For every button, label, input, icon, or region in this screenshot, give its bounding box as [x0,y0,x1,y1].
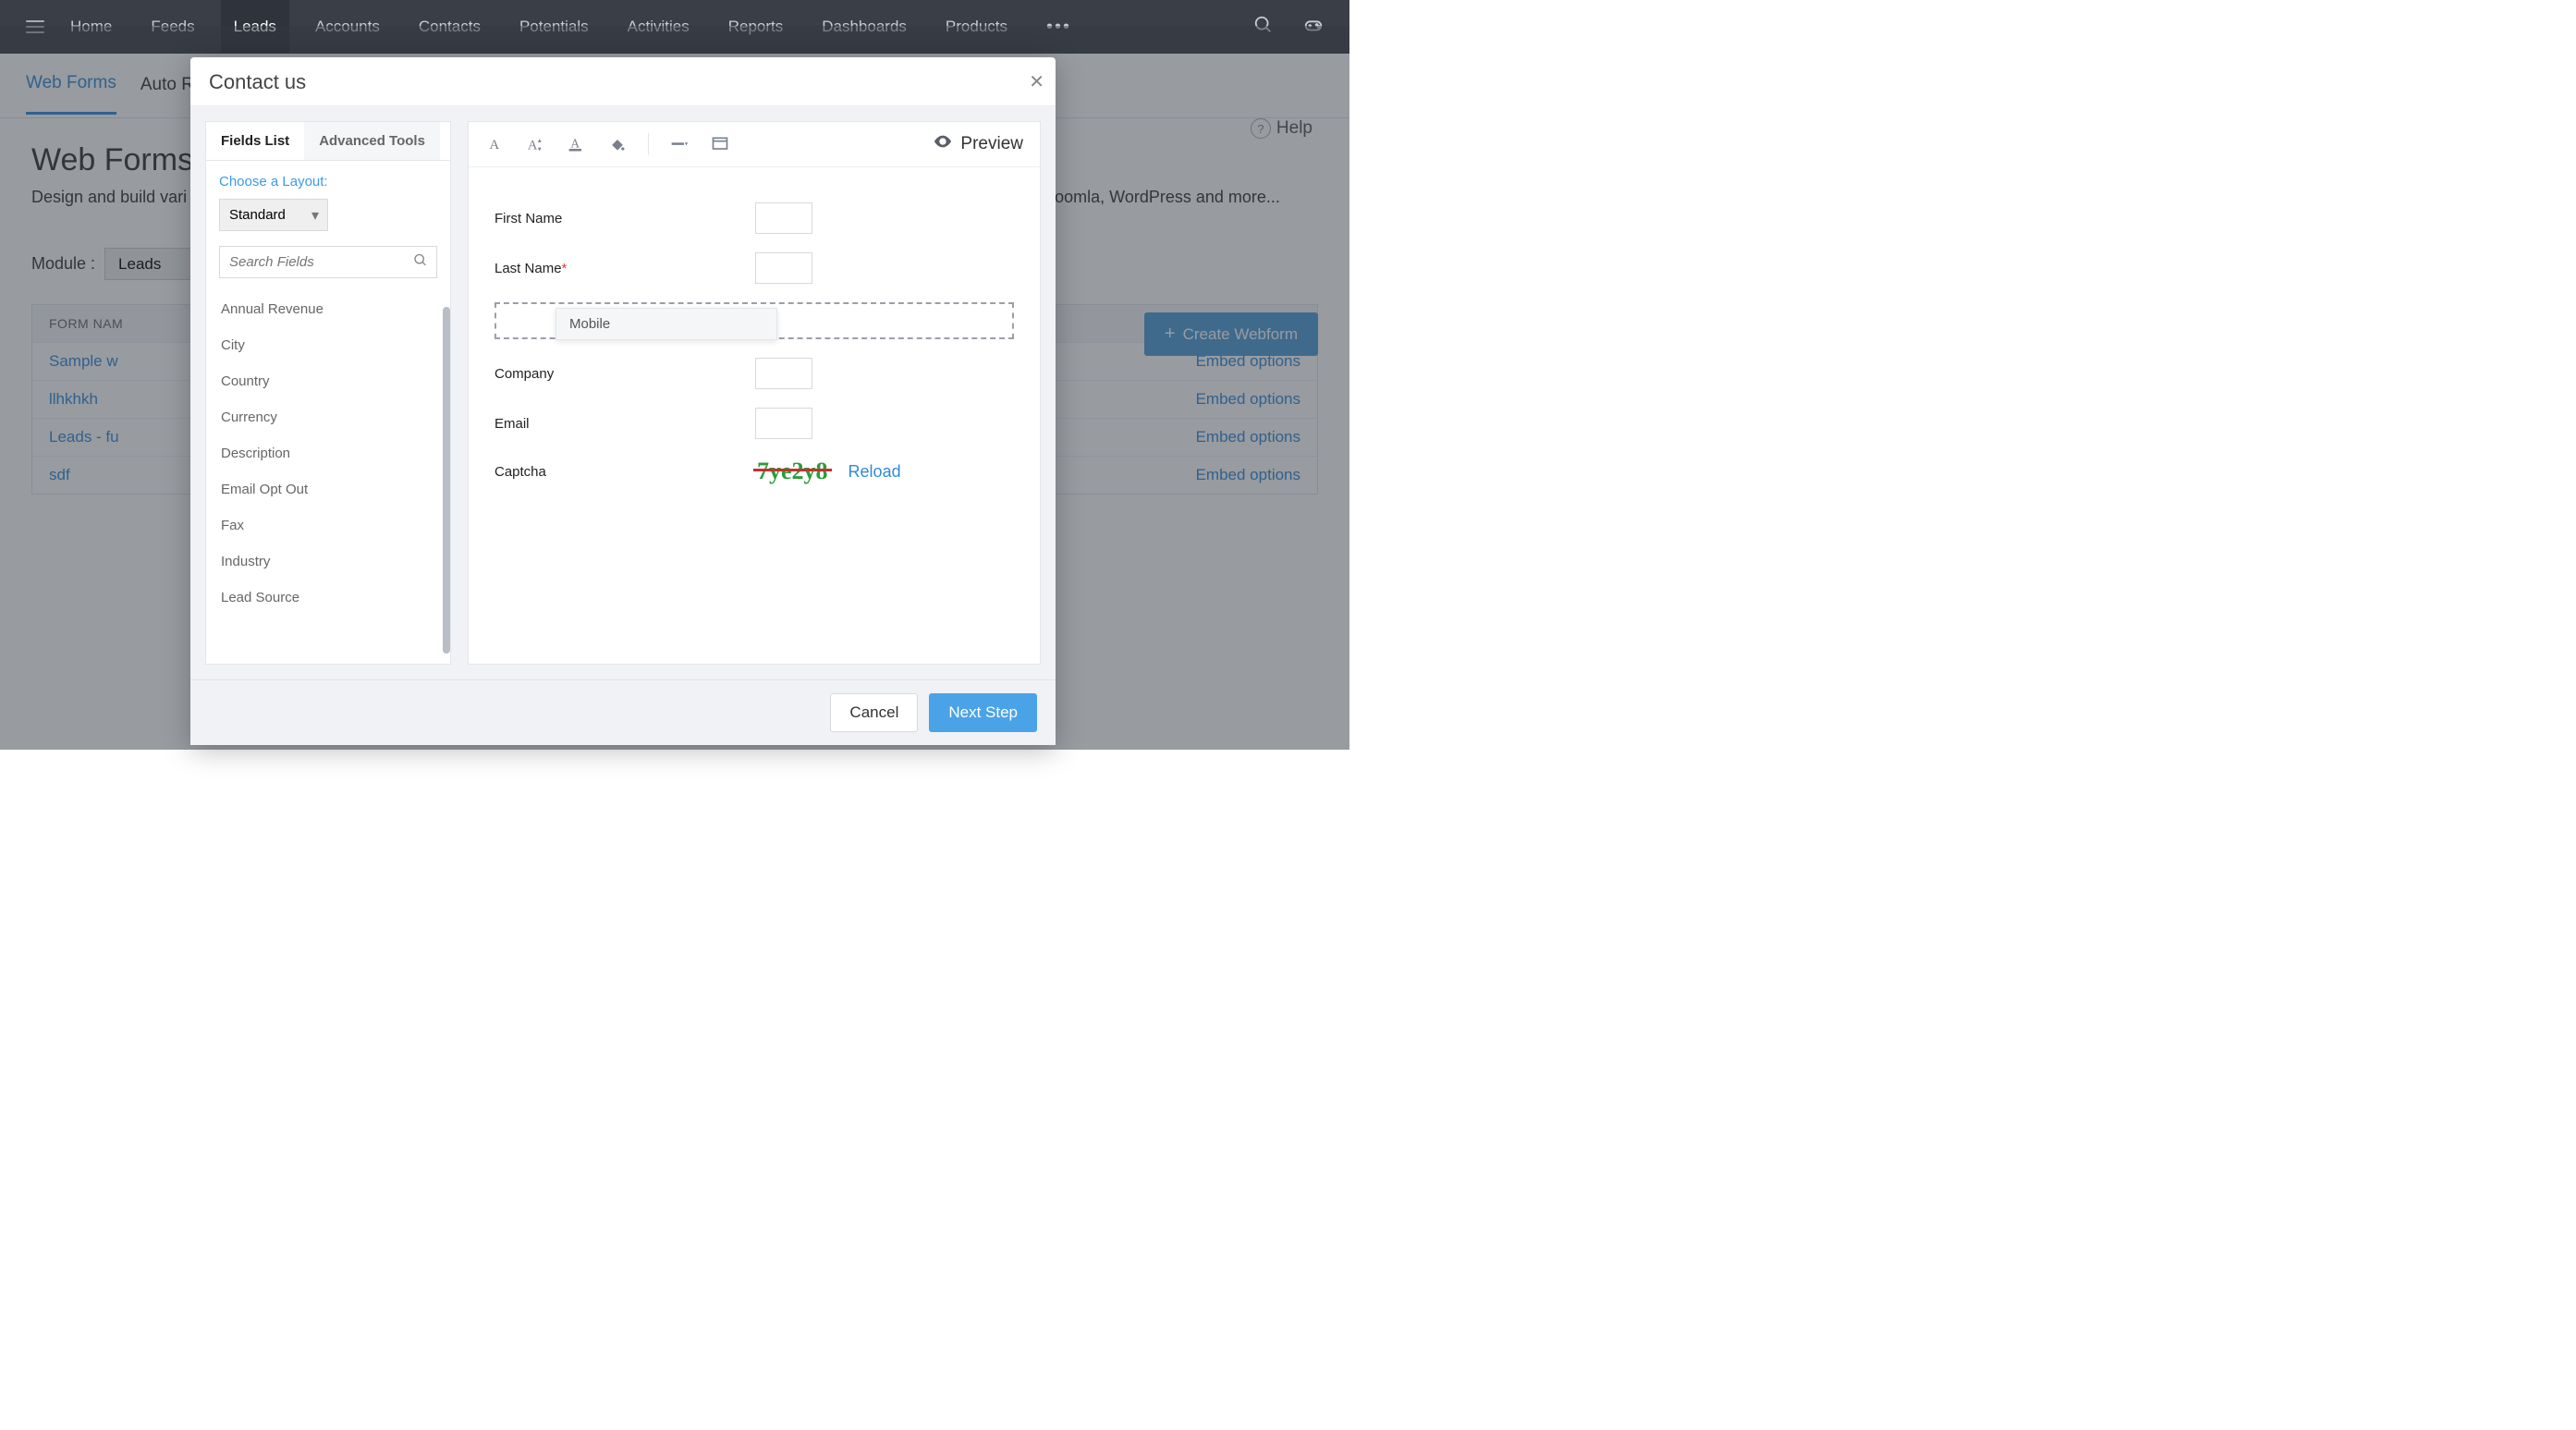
list-item[interactable]: Lead Source [219,580,432,616]
form-row-last-name[interactable]: Last Name* [494,252,1014,284]
svg-text:▾: ▾ [538,144,542,153]
font-toolbar: A A▴▾ A ▾ Preview [469,122,1040,167]
last-name-input[interactable] [755,252,812,284]
list-item[interactable]: City [219,327,432,363]
eye-icon [933,131,953,157]
svg-text:A: A [489,138,499,153]
email-input[interactable] [755,408,812,439]
scrollbar[interactable] [443,307,450,654]
font-size-icon[interactable]: A▴▾ [526,134,546,154]
fill-color-icon[interactable] [607,134,628,154]
list-item[interactable]: Fax [219,507,432,544]
preview-button[interactable]: Preview [933,131,1023,157]
form-row-first-name[interactable]: First Name [494,202,1014,234]
choose-layout-label: Choose a Layout: [219,174,437,189]
svg-text:A: A [528,139,538,153]
form-area[interactable]: First Name Last Name* Mobile Company Ema… [469,167,1040,664]
fields-panel: Fields List Advanced Tools Choose a Layo… [205,121,451,665]
form-row-email[interactable]: Email [494,408,1014,439]
search-fields-input[interactable] [219,246,437,278]
list-item[interactable]: Email Opt Out [219,471,432,507]
modal-title: Contact us [209,70,306,93]
svg-text:▴: ▴ [538,136,542,144]
field-list: Annual Revenue City Country Currency Des… [219,291,437,616]
form-builder-modal: Contact us ✕ Fields List Advanced Tools … [190,57,1056,745]
first-name-input[interactable] [755,202,812,234]
width-icon[interactable]: ▾ [669,134,690,154]
search-icon [413,252,428,272]
svg-text:▾: ▾ [685,141,689,148]
list-item[interactable]: Industry [219,544,432,580]
svg-text:A: A [570,136,580,150]
list-item[interactable]: Annual Revenue [219,291,432,327]
dragging-field-mobile[interactable]: Mobile [555,308,777,340]
next-step-button[interactable]: Next Step [929,693,1037,732]
list-item[interactable]: Description [219,435,432,471]
form-row-company[interactable]: Company [494,358,1014,389]
close-icon[interactable]: ✕ [1029,70,1044,93]
modal-footer: Cancel Next Step [190,679,1056,745]
form-canvas: A A▴▾ A ▾ Preview First Name [468,121,1041,665]
tab-advanced-tools[interactable]: Advanced Tools [304,122,440,160]
font-family-icon[interactable]: A [485,134,506,154]
list-item[interactable]: Country [219,363,432,399]
company-input[interactable] [755,358,812,389]
tab-fields-list[interactable]: Fields List [206,122,304,160]
captcha-image: 7ye2y8 [755,458,830,485]
cancel-button[interactable]: Cancel [830,693,918,732]
reload-captcha-link[interactable]: Reload [848,462,901,482]
drop-zone[interactable]: Mobile [494,302,1014,339]
layout-select[interactable]: Standard [219,199,328,231]
modal-header: Contact us ✕ [190,57,1056,106]
layout-icon[interactable] [710,134,730,154]
form-row-captcha[interactable]: Captcha 7ye2y8 Reload [494,458,1014,485]
list-item[interactable]: Currency [219,399,432,435]
font-color-icon[interactable]: A [567,134,587,154]
